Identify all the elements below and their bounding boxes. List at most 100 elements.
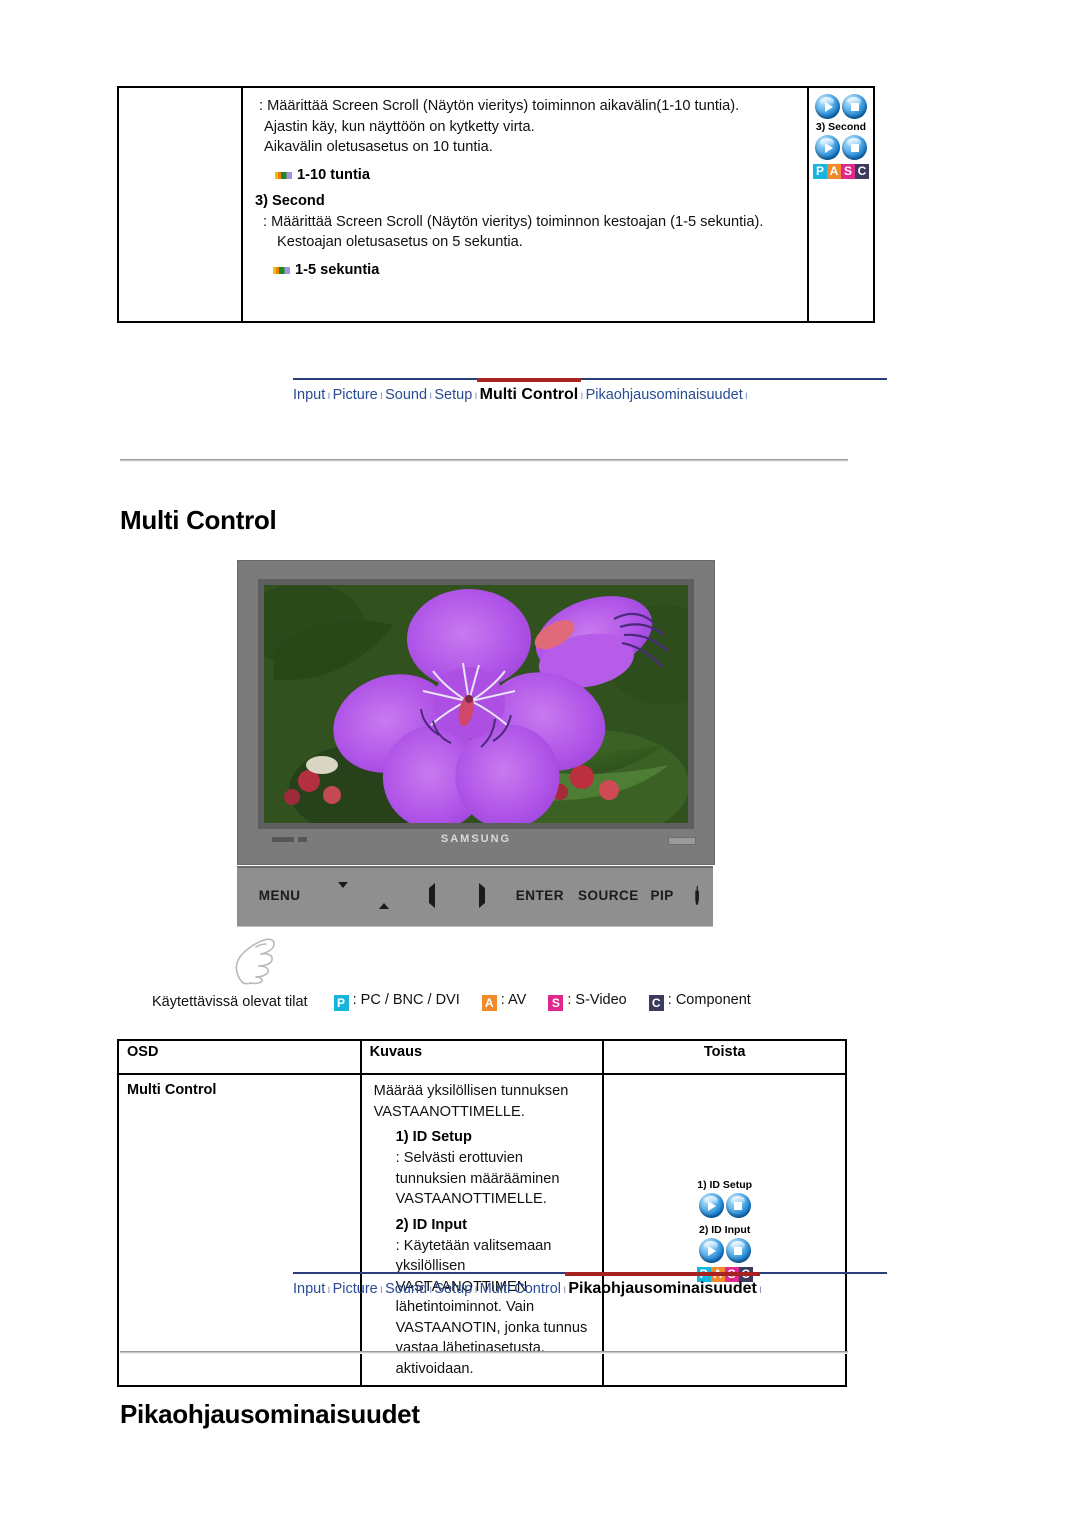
nav-separator: ı: [327, 388, 331, 402]
table-row: Multi Control Määrää yksilöllisen tunnuk…: [117, 1073, 847, 1387]
nav-item-pikaohjausominaisuudet[interactable]: Pikaohjausominaisuudet: [586, 387, 743, 403]
nav-item-sound[interactable]: Sound: [385, 387, 427, 403]
pasc-badge-s: S: [841, 164, 855, 179]
repeat-caption: 3) Second: [815, 121, 867, 133]
nav-separator: ı: [474, 1282, 478, 1296]
pasc-badge-p: P: [813, 164, 827, 179]
power-icon: [695, 886, 700, 905]
bullet-range-hours: 1-10 tuntia: [255, 165, 797, 186]
flower-photo: [264, 585, 688, 823]
table-header-row: OSD Kuvaus Toista: [117, 1039, 847, 1075]
desc-heading-id-input: 2) ID Input: [395, 1216, 467, 1233]
desc-line-1: : Määrittää Screen Scroll (Näytön vierit…: [259, 98, 740, 114]
legend-item-component: C : Component: [648, 992, 751, 1011]
play-button-icon: [815, 94, 840, 119]
stop-button-icon: [725, 1193, 751, 1218]
pasc-badges: P A S C: [813, 164, 869, 179]
media-buttons-bottom: [809, 135, 873, 160]
legend-item-pc-text: : PC / BNC / DVI: [352, 992, 460, 1008]
desc-line-2: Ajastin käy, kun näyttöön on kytketty vi…: [264, 118, 535, 135]
table-row: : Määrittää Screen Scroll (Näytön vierit…: [117, 86, 875, 323]
desc-heading-id-setup: 1) ID Setup: [395, 1129, 472, 1145]
nav-items: Input ı Picture ı Sound ı Setup ı Multi …: [293, 1280, 887, 1298]
legend-item-av: A : AV: [481, 992, 527, 1011]
section-divider-top: [120, 459, 848, 462]
mode-chip-p-icon: P: [333, 995, 349, 1011]
monitor-brand-logo: SAMSUNG: [440, 833, 512, 845]
screen-scroll-table: : Määrittää Screen Scroll (Näytön vierit…: [117, 86, 875, 323]
source-button[interactable]: SOURCE: [574, 888, 643, 903]
pasc-badge-a: A: [827, 164, 841, 179]
play-button-icon: [815, 135, 840, 160]
nav-separator: ı: [379, 388, 384, 402]
desc-line-3: Aikavälin oletusasetus on 10 tuntia.: [264, 139, 493, 155]
monitor-screen: [264, 585, 688, 823]
osd-label: Multi Control: [127, 1082, 217, 1098]
mode-chip-c-icon: C: [648, 995, 664, 1011]
desc-line-2: : Selvästi erottuvien tunnuksien määrääm…: [395, 1150, 564, 1207]
desc-line-4: : Määrittää Screen Scroll (Näytön vierit…: [263, 213, 764, 230]
nav-separator: ı: [744, 388, 749, 402]
nav-separator: ı: [327, 1282, 331, 1296]
section-nav-bottom[interactable]: Input ı Picture ı Sound ı Setup ı Multi …: [293, 1272, 887, 1306]
right-button[interactable]: [459, 883, 505, 908]
nav-item-pikaohjausominaisuudet[interactable]: Pikaohjausominaisuudet: [568, 1280, 756, 1298]
nav-item-picture[interactable]: Picture: [333, 1281, 378, 1297]
legend-item-av-text: : AV: [500, 992, 527, 1008]
nav-item-setup[interactable]: Setup: [434, 387, 472, 403]
left-button[interactable]: [406, 883, 460, 908]
down-button[interactable]: [322, 882, 363, 903]
osd-cell: [117, 86, 243, 323]
nav-item-multi-control[interactable]: Multi Control: [480, 1281, 561, 1297]
legend-item-svideo: S : S-Video: [548, 992, 627, 1011]
nav-separator: ı: [580, 388, 584, 402]
legend-item-svideo-text: : S-Video: [567, 992, 627, 1008]
pasc-badge-c: C: [855, 164, 869, 179]
nav-item-picture[interactable]: Picture: [333, 387, 378, 403]
nav-separator: ı: [429, 388, 433, 402]
description-cell: Määrää yksilöllisen tunnuksen VASTAANOTT…: [359, 1073, 605, 1387]
nav-rule: [293, 378, 887, 380]
stop-button-icon: [725, 1238, 751, 1263]
bullet-marker-icon: [275, 171, 292, 179]
monitor-power-led: [668, 837, 696, 845]
nav-separator: ı: [563, 1282, 567, 1296]
chevron-down-icon: [337, 882, 348, 903]
repeat-cell: 1) ID Setup 2) ID Input P A S C: [602, 1073, 847, 1387]
section-nav-top[interactable]: Input ı Picture ı Sound ı Setup ı Multi …: [293, 378, 887, 412]
nav-item-setup[interactable]: Setup: [434, 1281, 472, 1297]
play-button-icon: [698, 1193, 724, 1218]
up-button[interactable]: [363, 888, 406, 909]
bullet-marker-icon: [273, 266, 290, 274]
nav-separator: ı: [474, 388, 478, 402]
monitor-illustration: SAMSUNG MENU ENTER SOURCE PIP: [237, 560, 715, 930]
repeat-cell: 3) Second P A S C: [807, 86, 875, 323]
media-buttons-top: [809, 94, 873, 119]
page-title-multi-control: Multi Control: [120, 505, 277, 535]
osd-cell: Multi Control: [117, 1073, 362, 1387]
desc-line-3: : Käytetään valitsemaan yksilöllisen VAS…: [395, 1237, 592, 1377]
repeat-caption-1: 1) ID Setup: [697, 1179, 753, 1191]
nav-active-indicator: [565, 1272, 760, 1276]
nav-item-input[interactable]: Input: [293, 1281, 325, 1297]
repeat-caption-2: 2) ID Input: [698, 1224, 751, 1236]
chevron-left-icon: [429, 883, 436, 908]
mode-chip-a-icon: A: [481, 995, 497, 1011]
bullet-range-seconds: 1-5 sekuntia: [255, 260, 797, 281]
nav-item-multi-control[interactable]: Multi Control: [480, 386, 579, 404]
nav-items: Input ı Picture ı Sound ı Setup ı Multi …: [293, 386, 887, 404]
pip-button[interactable]: PIP: [643, 888, 682, 903]
nav-item-input[interactable]: Input: [293, 387, 325, 403]
header-toista: Toista: [602, 1039, 847, 1075]
legend-item-component-text: : Component: [667, 992, 751, 1008]
header-kuvaus: Kuvaus: [359, 1039, 605, 1075]
monitor-key-row: MENU ENTER SOURCE PIP: [237, 882, 713, 909]
menu-button[interactable]: MENU: [237, 888, 322, 903]
bullet-label: 1-5 sekuntia: [295, 261, 380, 278]
nav-item-sound[interactable]: Sound: [385, 1281, 427, 1297]
available-modes-legend: Käytettävissä olevat tilat P : PC / BNC …: [152, 992, 773, 1011]
description-cell: : Määrittää Screen Scroll (Näytön vierit…: [241, 86, 809, 323]
power-button[interactable]: [682, 886, 713, 905]
enter-button[interactable]: ENTER: [506, 888, 575, 903]
section-divider-bottom: [120, 1351, 848, 1354]
